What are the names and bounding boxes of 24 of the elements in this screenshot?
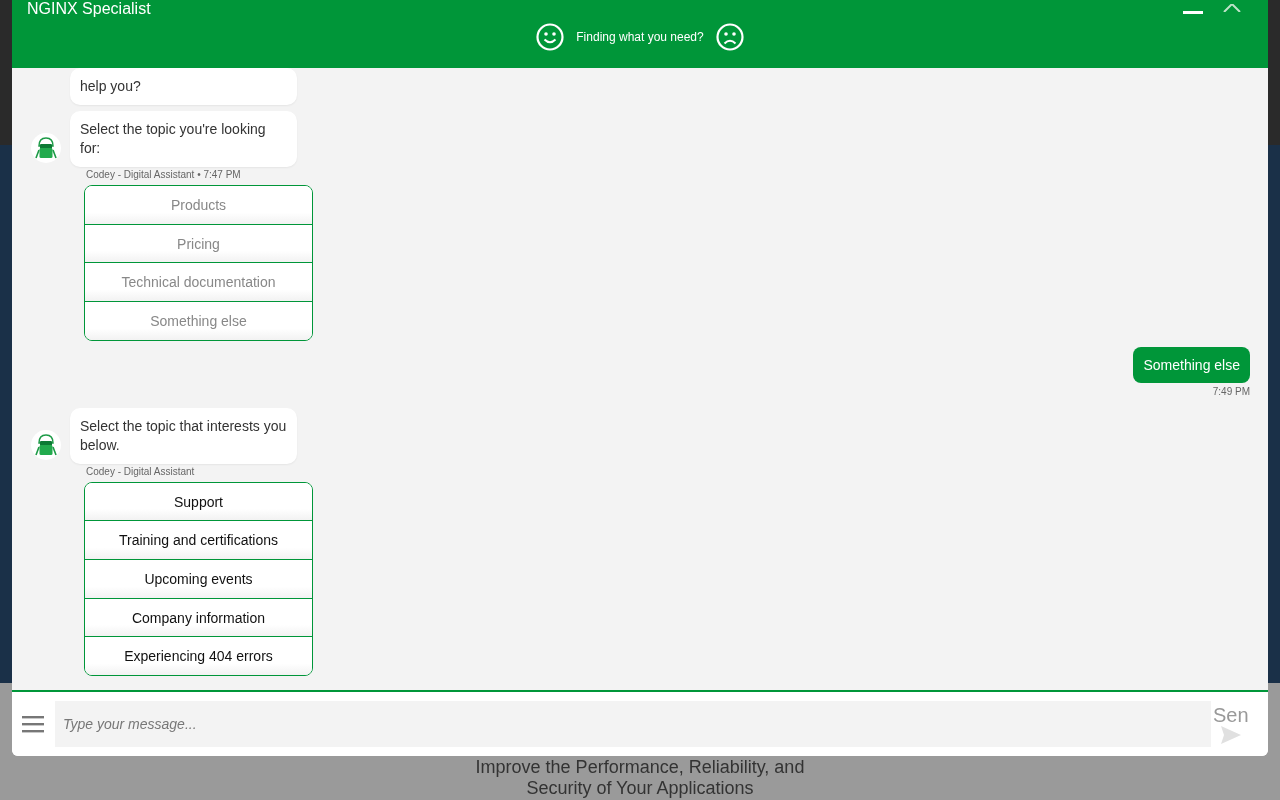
option-button[interactable]: Something else [85,301,312,340]
page-headline: Improve the Performance, Reliability, and [475,757,805,778]
menu-icon[interactable] [22,715,44,733]
message-meta: Codey - Digital Assistant [86,465,196,478]
frown-icon[interactable] [715,23,744,51]
option-button[interactable]: Pricing [85,223,312,263]
smiley-icon[interactable] [536,23,565,51]
window-title: NGINX Specialist [26,0,151,19]
message-input[interactable]: Type your message... [55,701,1211,747]
user-message: Something else [1133,346,1250,383]
message-meta: Codey - Digital Assistant • 7:47 PM [86,169,242,181]
option-button[interactable]: Company information [85,597,312,637]
option-button[interactable]: Support [85,482,312,521]
option-button[interactable]: Upcoming events [85,559,312,598]
option-button[interactable]: Experiencing 404 errors [85,636,312,675]
bot-message: Select the topic that interests you below. [70,407,297,464]
option-button[interactable]: Products [85,186,312,224]
bot-message: help you? [70,68,297,105]
option-button[interactable]: Technical documentation [85,262,312,301]
option-button[interactable]: Training and certifications [85,520,312,559]
page-headline: Security of Your Applications [525,778,755,799]
bot-message: Select the topic you're looking for: [70,111,297,167]
feedback-prompt: Finding what you need? [576,30,704,44]
message-time: 7:49 PM [1212,385,1250,398]
